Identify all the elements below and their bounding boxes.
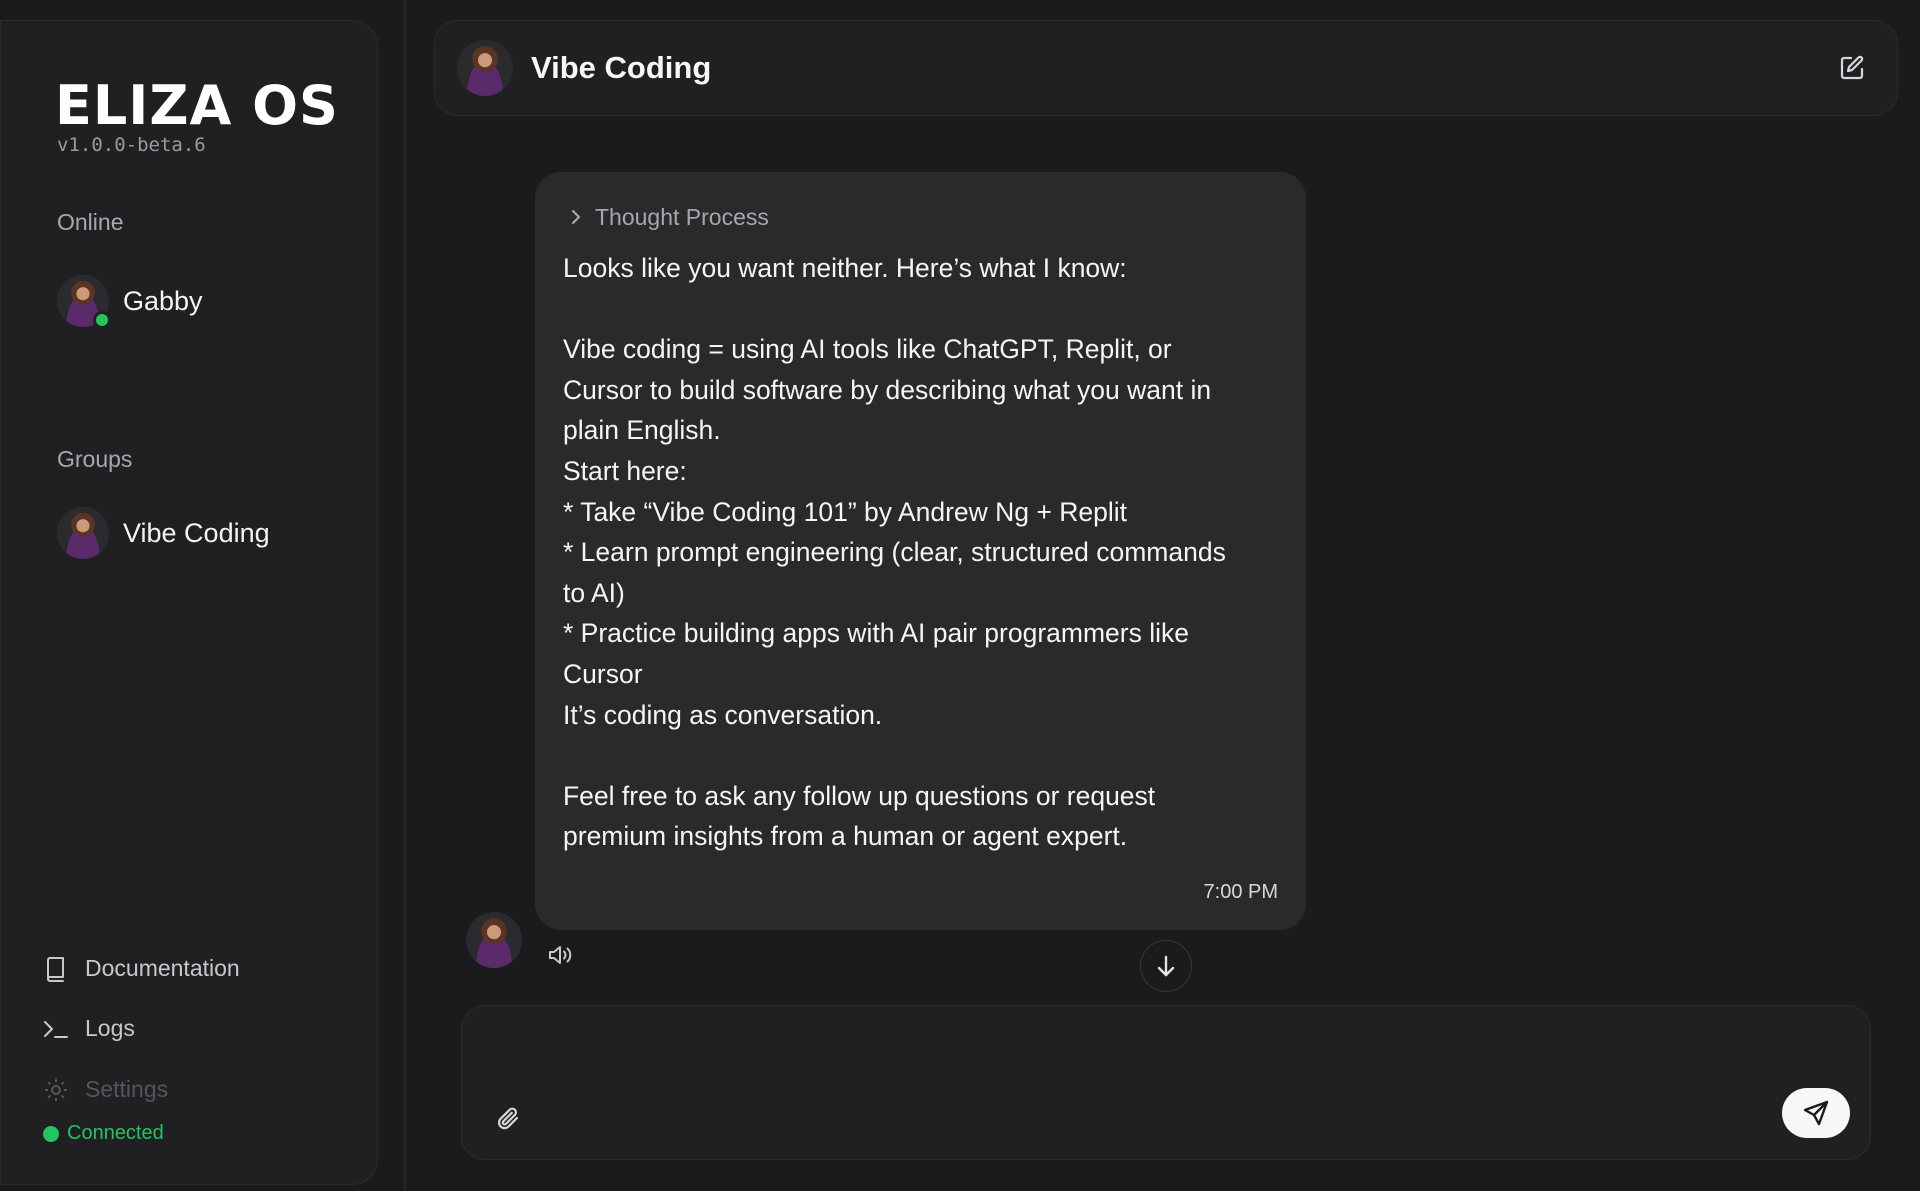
agent-name: Gabby: [123, 285, 203, 316]
chat-title: Vibe Coding: [531, 50, 712, 85]
online-section-title: Online: [57, 209, 124, 235]
documentation-link[interactable]: Documentation: [43, 955, 240, 982]
connection-status-dot: [43, 1125, 59, 1142]
message-composer: [461, 1005, 1871, 1160]
eliza-logo: ELIZA OS: [55, 74, 339, 137]
app-root: ELIZA OS v1.0.0-beta.6 Online Gabby Grou…: [0, 0, 1920, 1191]
terminal-icon: [43, 1016, 69, 1042]
sidebar-divider: [404, 0, 406, 1191]
version-label: v1.0.0-beta.6: [57, 134, 206, 156]
sidebar: ELIZA OS v1.0.0-beta.6 Online Gabby Grou…: [0, 20, 378, 1185]
thought-process-label: Thought Process: [595, 203, 769, 230]
sidebar-item-agent-gabby[interactable]: Gabby: [57, 275, 203, 329]
message-timestamp: 7:00 PM: [1203, 881, 1278, 903]
header-group-avatar: [457, 40, 513, 96]
edit-icon: [1840, 55, 1864, 80]
read-aloud-button[interactable]: [546, 940, 576, 970]
sidebar-item-group-vibe-coding[interactable]: Vibe Coding: [57, 507, 270, 559]
arrow-down-icon: [1157, 955, 1175, 977]
scroll-to-bottom-button[interactable]: [1140, 940, 1192, 992]
settings-link: Settings: [43, 1076, 168, 1103]
connection-status: Connected: [43, 1122, 164, 1145]
groups-section-title: Groups: [57, 446, 133, 472]
edit-button[interactable]: [1835, 51, 1869, 85]
group-name: Vibe Coding: [123, 517, 270, 548]
logs-link[interactable]: Logs: [43, 1015, 135, 1042]
chevron-right-icon: [571, 209, 581, 225]
attach-file-button[interactable]: [492, 1102, 526, 1136]
message-text: Looks like you want neither. Here’s what…: [563, 253, 1226, 852]
paperclip-icon: [498, 1107, 519, 1130]
chat-header: Vibe Coding: [434, 20, 1898, 116]
online-status-dot: [93, 311, 111, 329]
book-icon: [43, 956, 69, 982]
thought-process-toggle[interactable]: Thought Process: [569, 200, 1278, 234]
message-input[interactable]: [488, 1028, 1788, 1088]
documentation-label: Documentation: [85, 955, 240, 981]
send-button[interactable]: [1782, 1088, 1850, 1138]
speaker-icon: [549, 946, 572, 964]
group-avatar: [57, 507, 109, 559]
logs-label: Logs: [85, 1015, 135, 1041]
send-icon: [1803, 1100, 1829, 1126]
agent-message-bubble: Thought Process Looks like you want neit…: [535, 172, 1306, 930]
connection-status-label: Connected: [67, 1122, 164, 1144]
gear-icon: [43, 1077, 69, 1103]
settings-label: Settings: [85, 1076, 169, 1102]
message-agent-avatar: [466, 912, 522, 968]
